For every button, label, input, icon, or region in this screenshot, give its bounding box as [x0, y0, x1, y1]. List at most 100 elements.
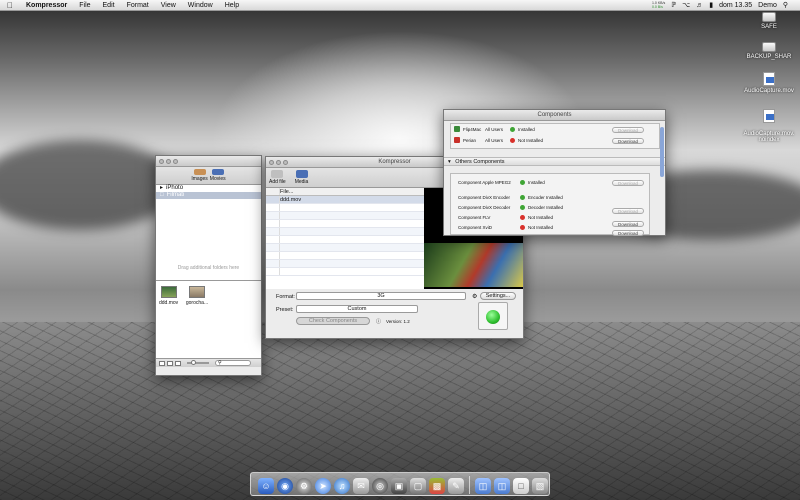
check-components-button[interactable]: Check Components — [296, 317, 370, 325]
desktop-icon-safe[interactable]: SAFE — [734, 12, 800, 30]
list-item-empty — [266, 212, 424, 220]
close-button[interactable] — [269, 160, 274, 165]
component-row: Flip4Mac All Users Installed — [454, 126, 535, 132]
video-thumbnail — [160, 286, 177, 298]
text-edit-icon[interactable]: ✎ — [448, 478, 464, 494]
network-meter[interactable]: 1.0 KB/s 0.0 B/s — [652, 1, 665, 9]
camera-icon[interactable]: ◎ — [372, 478, 388, 494]
scrollbar[interactable] — [660, 127, 664, 177]
menu-file[interactable]: File — [73, 2, 96, 9]
desktop-icon-backup[interactable]: BACKUP_SHAR — [734, 42, 800, 60]
list-item[interactable]: ddd.mov — [266, 196, 424, 204]
component-name: Component DivX Encoder — [458, 195, 511, 200]
download-button[interactable]: Download — [612, 138, 644, 144]
apple-menu-icon[interactable]:  — [0, 1, 20, 10]
zoom-button[interactable] — [173, 159, 178, 164]
info-icon[interactable]: ⓘ — [376, 318, 381, 325]
download-button[interactable]: Download — [612, 127, 644, 133]
file-name: ddd.mov — [159, 300, 179, 306]
browser-bottom-bar: ⚲ — [156, 358, 261, 367]
download-button[interactable]: Download — [612, 221, 644, 227]
tab-movies[interactable]: Movies — [210, 169, 226, 182]
mail-icon[interactable]: ✉ — [353, 478, 369, 494]
applications-folder-icon[interactable]: ◫ — [475, 478, 491, 494]
menu-edit[interactable]: Edit — [97, 2, 121, 9]
component-row: Component XviD Not Installed — [458, 225, 553, 230]
meter-down: 0.0 B/s — [651, 5, 663, 9]
add-file-button[interactable]: Add file — [269, 170, 286, 185]
minimize-button[interactable] — [276, 160, 281, 165]
drive-icon — [762, 42, 776, 52]
zoom-slider[interactable] — [187, 360, 209, 365]
desktop-icon-audiocapture-noindex[interactable]: AudioCapture.mov. noindex — [734, 103, 800, 143]
preview-icon[interactable]: ▢ — [410, 478, 426, 494]
component-scope: All Users — [485, 137, 504, 143]
grid-view-icon[interactable] — [159, 360, 165, 366]
menu-format[interactable]: Format — [121, 2, 155, 9]
tab-images[interactable]: Images — [191, 169, 208, 182]
component-status: Installed — [518, 126, 535, 132]
preset-select[interactable]: Custom — [296, 305, 418, 313]
trash-icon[interactable]: ▧ — [532, 478, 548, 494]
detail-view-icon[interactable] — [175, 360, 181, 366]
format-select[interactable]: 3G — [296, 292, 466, 300]
component-scope: All Users — [485, 126, 504, 132]
encode-button[interactable] — [486, 310, 500, 324]
photo-booth-icon[interactable]: ▣ — [391, 478, 407, 494]
document-icon[interactable]: □ — [513, 478, 529, 494]
component-status: Not Installed — [518, 137, 544, 143]
file-thumb[interactable]: ddd.mov — [159, 286, 178, 306]
list-view-icon[interactable] — [167, 360, 173, 366]
system-preferences-icon[interactable]: ⚙ — [296, 478, 312, 494]
close-button[interactable] — [159, 159, 164, 164]
itunes-icon[interactable]: ♫ — [334, 478, 350, 494]
component-name: Component FLV — [458, 215, 491, 220]
others-section-header[interactable]: ▾ Others Components — [444, 157, 665, 166]
titlebar[interactable] — [156, 156, 261, 167]
kompressor-dock-icon[interactable]: ▩ — [429, 478, 445, 494]
download-button[interactable]: Download — [612, 230, 644, 236]
download-button[interactable]: Download — [612, 208, 644, 214]
battery-icon[interactable]: ▮ — [709, 1, 713, 9]
slider-knob[interactable] — [191, 360, 196, 365]
download-button[interactable]: Download — [612, 180, 644, 186]
component-row: Component Apple MPEG2 Installed — [458, 180, 545, 185]
disclosure-triangle-icon[interactable]: ▾ — [448, 159, 451, 165]
menu-window[interactable]: Window — [182, 2, 219, 9]
menu-app[interactable]: Kompressor — [20, 2, 73, 9]
zoom-button[interactable] — [283, 160, 288, 165]
finder-icon[interactable]: ☺ — [258, 478, 274, 494]
file-thumb[interactable]: gorocha... — [186, 286, 208, 306]
bluetooth-icon[interactable]: ℙ — [671, 1, 676, 9]
menu-view[interactable]: View — [155, 2, 182, 9]
spotlight-icon[interactable]: ⚲ — [783, 1, 788, 9]
safari-icon[interactable]: ➤ — [315, 478, 331, 494]
others-components-title: Others Components — [455, 159, 505, 165]
minimize-button[interactable] — [166, 159, 171, 164]
settings-button[interactable]: Settings... — [480, 292, 516, 300]
component-name: Flip4Mac — [463, 126, 482, 132]
menu-help[interactable]: Help — [219, 2, 245, 9]
component-row: Component DivX Encoder Encoder Installed — [458, 195, 563, 200]
user-menu[interactable]: Demo — [758, 2, 777, 9]
source-iphoto[interactable]: ▸ iPhoto — [156, 185, 261, 192]
media-button[interactable]: Media — [295, 170, 308, 185]
search-field[interactable]: ⚲ — [215, 360, 251, 366]
dock-icons: ☺ ◉ ⚙ ➤ ♫ ✉ ◎ ▣ ▢ ▩ ✎ ◫ ◫ □ ▧ — [258, 476, 548, 494]
source-filmati[interactable]: □ Filmati — [156, 192, 261, 199]
column-header[interactable]: File... — [280, 188, 293, 195]
format-label: Format: — [276, 294, 295, 300]
wifi-icon[interactable]: ⌥ — [682, 1, 690, 9]
desktop-icon-audiocapture[interactable]: AudioCapture.mov — [734, 72, 800, 94]
file-list: File... ddd.mov — [266, 188, 424, 289]
clock[interactable]: dom 13.35 — [719, 2, 752, 9]
component-row: Perian All Users Not Installed — [454, 137, 543, 143]
documents-folder-icon[interactable]: ◫ — [494, 478, 510, 494]
components-window: Components Flip4Mac All Users Installed … — [443, 109, 666, 236]
volume-icon[interactable]: ♬ — [696, 2, 703, 9]
disclosure-triangle-icon[interactable]: ▸ — [160, 185, 163, 192]
list-item-empty — [266, 260, 424, 268]
titlebar[interactable]: Components — [444, 110, 665, 121]
dashboard-icon[interactable]: ◉ — [277, 478, 293, 494]
button-label: Add file — [269, 179, 286, 185]
